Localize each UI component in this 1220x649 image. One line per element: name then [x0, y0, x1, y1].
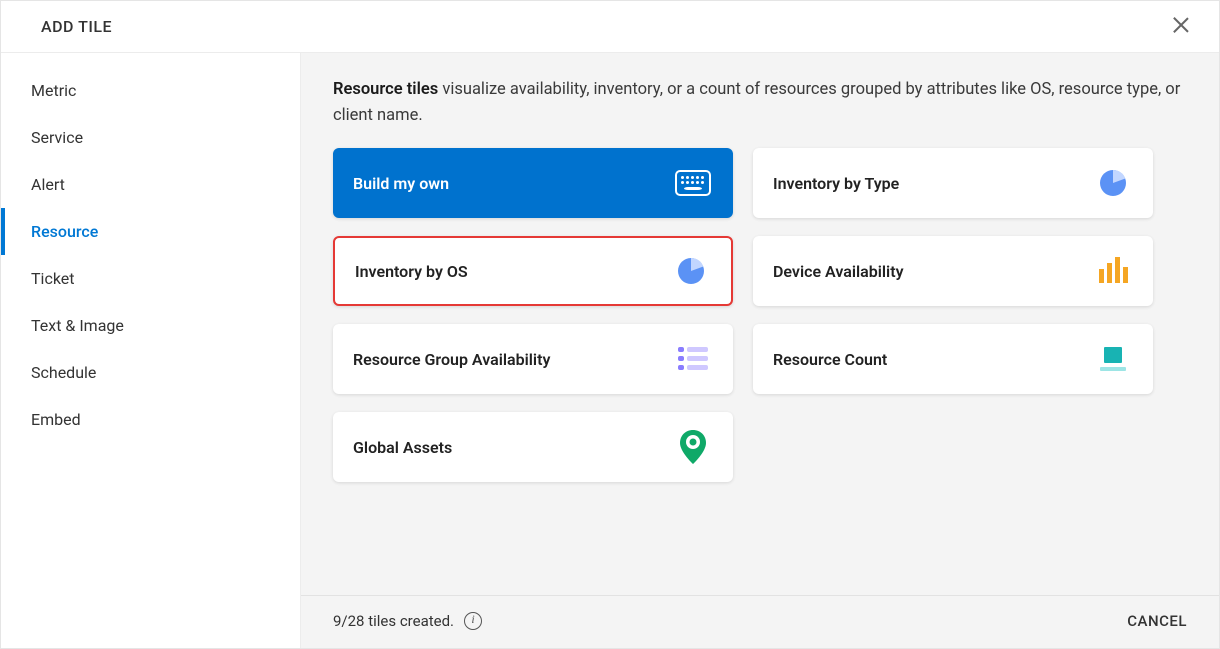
count-icon — [1093, 339, 1133, 379]
sidebar-item-ticket[interactable]: Ticket — [1, 255, 300, 302]
tile-label: Inventory by OS — [355, 262, 468, 281]
modal-header: ADD TILE — [1, 1, 1219, 53]
tile-inventory-by-type[interactable]: Inventory by Type — [753, 148, 1153, 218]
modal-title: ADD TILE — [41, 17, 112, 36]
tiles-created-text: 9/28 tiles created. — [333, 612, 454, 630]
tile-label: Inventory by Type — [773, 174, 899, 193]
tile-label: Build my own — [353, 174, 449, 193]
tile-label: Global Assets — [353, 438, 452, 457]
tile-resource-count[interactable]: Resource Count — [753, 324, 1153, 394]
pie-icon — [1093, 163, 1133, 203]
tile-global-assets[interactable]: Global Assets — [333, 412, 733, 482]
bars-icon — [1093, 251, 1133, 291]
sidebar-item-schedule[interactable]: Schedule — [1, 349, 300, 396]
list-icon — [673, 339, 713, 379]
keyboard-icon — [673, 163, 713, 203]
cancel-button[interactable]: CANCEL — [1127, 612, 1187, 630]
modal-body: Metric Service Alert Resource Ticket Tex… — [1, 53, 1219, 648]
sidebar-item-text-image[interactable]: Text & Image — [1, 302, 300, 349]
tile-resource-group-availability[interactable]: Resource Group Availability — [333, 324, 733, 394]
pie-icon — [671, 251, 711, 291]
tile-label: Device Availability — [773, 262, 904, 281]
content-scroll: Resource tiles visualize availability, i… — [301, 53, 1219, 595]
info-icon[interactable] — [464, 612, 482, 630]
content-panel: Resource tiles visualize availability, i… — [301, 53, 1219, 648]
tile-label: Resource Group Availability — [353, 350, 550, 369]
tile-device-availability[interactable]: Device Availability — [753, 236, 1153, 306]
sidebar-item-metric[interactable]: Metric — [1, 67, 300, 114]
category-description: Resource tiles visualize availability, i… — [333, 77, 1183, 128]
modal-footer: 9/28 tiles created. CANCEL — [301, 595, 1219, 648]
tile-inventory-by-os[interactable]: Inventory by OS — [333, 236, 733, 306]
tile-build-my-own[interactable]: Build my own — [333, 148, 733, 218]
sidebar: Metric Service Alert Resource Ticket Tex… — [1, 53, 301, 648]
tiles-created-status: 9/28 tiles created. — [333, 612, 482, 630]
tile-label: Resource Count — [773, 350, 887, 369]
sidebar-item-embed[interactable]: Embed — [1, 396, 300, 443]
pin-icon — [673, 427, 713, 467]
close-icon[interactable] — [1171, 15, 1191, 35]
sidebar-item-resource[interactable]: Resource — [1, 208, 300, 255]
category-description-bold: Resource tiles — [333, 80, 438, 99]
sidebar-item-alert[interactable]: Alert — [1, 161, 300, 208]
category-description-text: visualize availability, inventory, or a … — [333, 80, 1180, 125]
sidebar-item-service[interactable]: Service — [1, 114, 300, 161]
tile-grid: Build my own — [333, 148, 1153, 482]
add-tile-modal: ADD TILE Metric Service Alert Resource T… — [0, 0, 1220, 649]
